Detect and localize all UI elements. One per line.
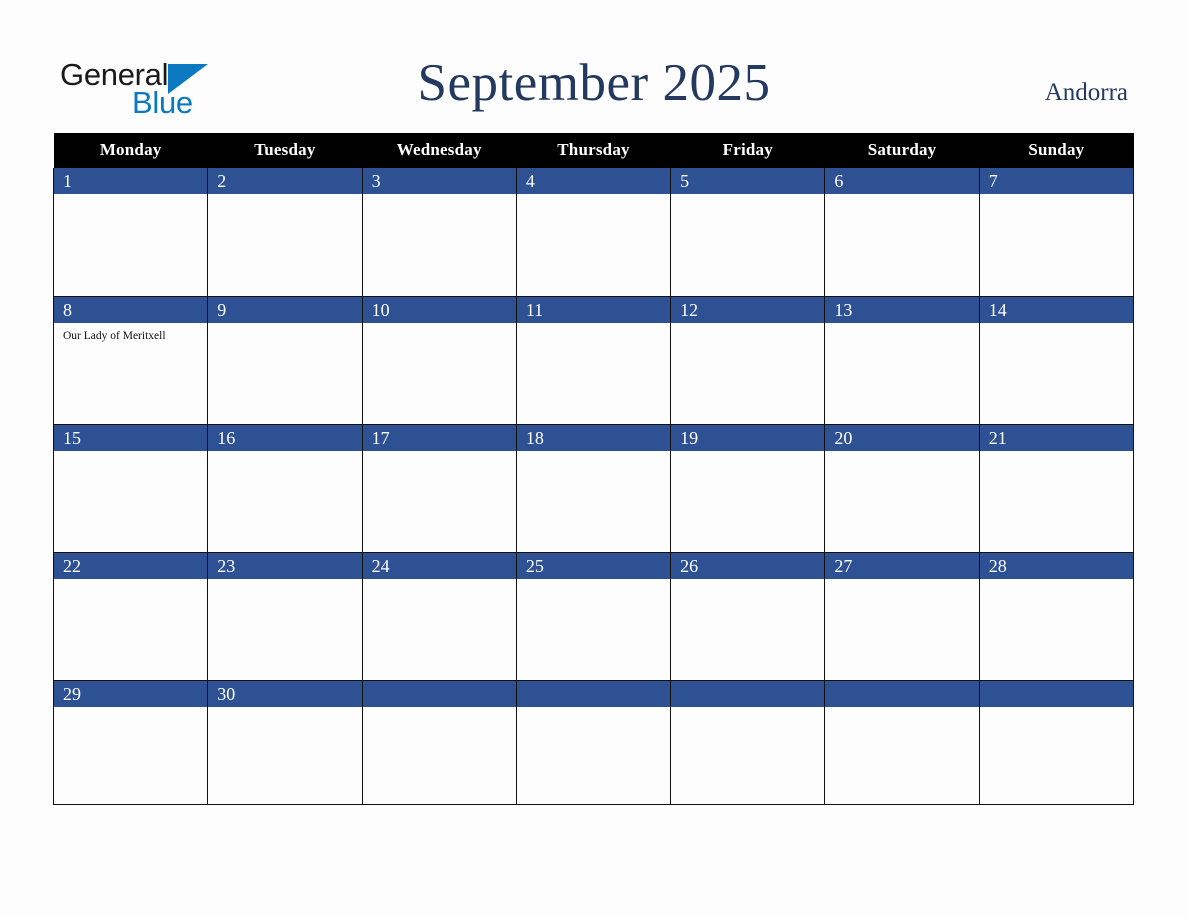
day-number: 8: [54, 296, 208, 323]
weekday-header-saturday: Saturday: [824, 133, 980, 168]
calendar-day-cell[interactable]: 27: [824, 552, 980, 681]
day-number: 19: [671, 424, 825, 451]
day-number: 5: [671, 168, 825, 194]
day-number: 12: [671, 296, 825, 323]
day-number: 11: [516, 296, 671, 323]
calendar-day-cell[interactable]: 5: [670, 168, 825, 297]
weekday-header-monday: Monday: [53, 133, 208, 168]
day-number: 3: [362, 168, 516, 194]
calendar-day-cell[interactable]: 26: [670, 552, 825, 681]
day-number: 24: [362, 552, 516, 579]
calendar-grid: Monday Tuesday Wednesday Thursday Friday…: [52, 133, 1135, 805]
calendar-day-cell[interactable]: 7: [978, 168, 1135, 297]
calendar-day-cell[interactable]: 30: [207, 680, 363, 805]
calendar-page: General Blue September 2025 Andorra Mond…: [0, 0, 1188, 918]
calendar-day-cell[interactable]: 1: [52, 168, 208, 297]
calendar-week-row: 29 30: [52, 680, 1135, 805]
holiday-label: Our Lady of Meritxell: [63, 329, 166, 342]
calendar-day-cell[interactable]: 12: [670, 296, 825, 425]
calendar-day-cell[interactable]: 29: [52, 680, 208, 805]
calendar-week-row: 1234567: [52, 168, 1135, 297]
calendar-day-cell[interactable]: 25: [515, 552, 671, 681]
day-number: 22: [54, 552, 208, 579]
day-number: 14: [979, 296, 1133, 323]
calendar-day-cell[interactable]: 24: [361, 552, 517, 681]
calendar-day-cell[interactable]: 13: [824, 296, 980, 425]
calendar-day-cell[interactable]: 3: [361, 168, 517, 297]
day-number: 7: [979, 168, 1133, 194]
calendar-day-cell[interactable]: 17: [361, 424, 517, 553]
calendar-day-cell[interactable]: 18: [515, 424, 671, 553]
calendar-day-cell[interactable]: 15: [52, 424, 208, 553]
day-number: 1: [54, 168, 208, 194]
calendar-day-cell[interactable]: 9: [207, 296, 363, 425]
page-header: General Blue September 2025 Andorra: [0, 0, 1188, 133]
calendar-day-cell[interactable]: 23: [207, 552, 363, 681]
calendar-day-cell[interactable]: 20: [824, 424, 980, 553]
day-number: 16: [208, 424, 362, 451]
calendar-day-cell[interactable]: 28: [978, 552, 1135, 681]
calendar-day-cell[interactable]: [670, 680, 825, 805]
day-number: 17: [362, 424, 516, 451]
calendar-day-cell[interactable]: 16: [207, 424, 363, 553]
weekday-header-wednesday: Wednesday: [362, 133, 517, 168]
calendar-day-cell[interactable]: [824, 680, 980, 805]
weekday-header-thursday: Thursday: [516, 133, 671, 168]
weekday-header-row: Monday Tuesday Wednesday Thursday Friday…: [53, 133, 1134, 168]
calendar-day-cell[interactable]: 11: [515, 296, 671, 425]
calendar-day-cell[interactable]: 6: [824, 168, 980, 297]
calendar-week-row: 8 Our Lady of Meritxell 9 10 11 12 13 14: [52, 296, 1135, 425]
day-number: 27: [825, 552, 979, 579]
calendar-day-cell[interactable]: 4: [515, 168, 671, 297]
day-number: 26: [671, 552, 825, 579]
country-label: Andorra: [1044, 79, 1128, 106]
day-number: 23: [208, 552, 362, 579]
day-number: 29: [54, 680, 208, 707]
day-number: [979, 680, 1133, 707]
day-number: 28: [979, 552, 1133, 579]
day-number: 6: [825, 168, 979, 194]
day-number: [362, 680, 516, 707]
calendar-day-cell[interactable]: [978, 680, 1135, 805]
calendar-week-row: 15 16 17 18 19 20 21: [52, 424, 1135, 553]
weekday-header-friday: Friday: [670, 133, 825, 168]
day-number: [825, 680, 979, 707]
calendar-day-cell[interactable]: 2: [207, 168, 363, 297]
calendar-day-cell[interactable]: [515, 680, 671, 805]
page-title: September 2025: [417, 54, 771, 112]
day-number: [671, 680, 825, 707]
calendar-day-cell[interactable]: 22: [52, 552, 208, 681]
calendar-day-cell[interactable]: 8 Our Lady of Meritxell: [52, 296, 208, 425]
calendar-day-cell[interactable]: 14: [978, 296, 1135, 425]
day-number: 25: [516, 552, 671, 579]
day-number: 9: [208, 296, 362, 323]
day-number: 4: [516, 168, 671, 194]
day-events: Our Lady of Meritxell: [54, 323, 207, 344]
day-number: 10: [362, 296, 516, 323]
calendar-week-row: 22 23 24 25 26 27 28: [52, 552, 1135, 681]
day-number: 21: [979, 424, 1133, 451]
calendar-day-cell[interactable]: 10: [361, 296, 517, 425]
day-number: 15: [54, 424, 208, 451]
weekday-header-tuesday: Tuesday: [207, 133, 363, 168]
day-number: 20: [825, 424, 979, 451]
calendar-body: 1 2 3 4 5 6 7 8 Our Lady of Meritxell 9 10 11 12 13 14…: [52, 168, 1135, 805]
calendar-day-cell[interactable]: 21: [978, 424, 1135, 553]
calendar-day-cell[interactable]: 19: [670, 424, 825, 553]
day-number: 18: [516, 424, 671, 451]
day-number: 30: [208, 680, 362, 707]
day-number: [516, 680, 671, 707]
day-number: 13: [825, 296, 979, 323]
calendar-day-cell[interactable]: [361, 680, 517, 805]
weekday-header-sunday: Sunday: [979, 133, 1134, 168]
day-number: 2: [208, 168, 362, 194]
